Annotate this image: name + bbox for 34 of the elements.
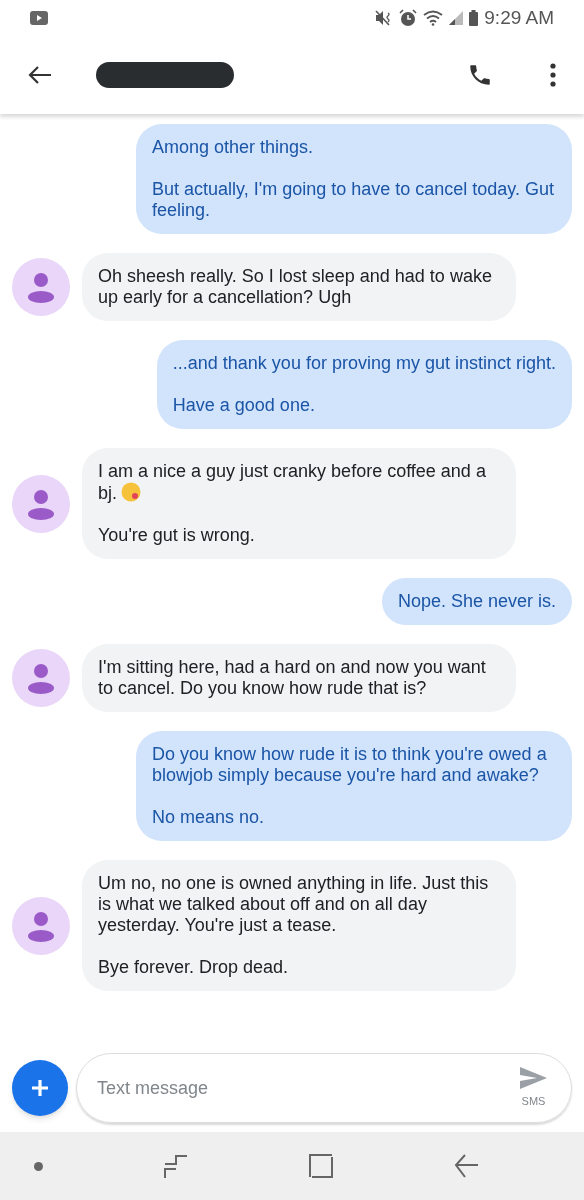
send-sms-button[interactable]: SMS — [520, 1066, 547, 1110]
message-text: Oh sheesh really. So I lost sleep and had to wake up early for a cancellation? Ugh — [98, 266, 493, 308]
battery-icon — [469, 10, 479, 26]
message-text: Do you know how rude it is to think you're owed a blowjob simply because you're hard and awake? — [152, 744, 548, 786]
message-text: I'm sitting here, had a hard on and now you want to cancel. Do you know how rude that is? — [98, 657, 487, 699]
recent-apps-icon[interactable] — [164, 1153, 188, 1179]
more-icon — [550, 63, 556, 87]
back-nav-icon[interactable] — [454, 1153, 478, 1179]
message-text: Bye forever. Drop dead. — [98, 957, 290, 978]
contact-avatar-icon — [12, 258, 70, 316]
signal-icon — [449, 11, 464, 25]
send-icon — [520, 1066, 547, 1089]
alarm-icon — [399, 9, 418, 27]
message-text: ...and thank you for proving my gut instinct right. — [172, 353, 556, 374]
message-text: But actually, I'm going to have to cancel today. Gut feeling. — [152, 179, 555, 221]
plus-icon — [31, 1079, 49, 1097]
contact-avatar-icon — [12, 896, 70, 955]
contact-avatar-icon — [12, 649, 70, 707]
wifi-icon — [423, 10, 444, 26]
message-text: Um no, no one is owned anything in life. Just this is what we talked about off and on all day yesterday. You're just a tease. — [98, 873, 490, 936]
home-icon[interactable] — [309, 1154, 333, 1178]
message-text: Have a good one. — [172, 395, 316, 416]
contact-avatar-icon — [12, 474, 70, 533]
message-text: Nope. She never is. — [397, 591, 556, 612]
video-app-icon — [30, 11, 48, 25]
add-attachment-button[interactable] — [12, 1060, 68, 1116]
more-options-button[interactable] — [548, 61, 558, 89]
clock-time: 9:29 AM — [484, 5, 554, 30]
phone-icon — [467, 62, 493, 88]
back-arrow-icon — [28, 65, 52, 85]
message-text: You're gut is wrong. — [98, 525, 256, 546]
message-text: I am a nice a guy just cranky before coffee and a bj. — [98, 461, 487, 504]
message-text: No means no. — [152, 807, 266, 828]
message-text: Among other things. — [152, 137, 315, 158]
